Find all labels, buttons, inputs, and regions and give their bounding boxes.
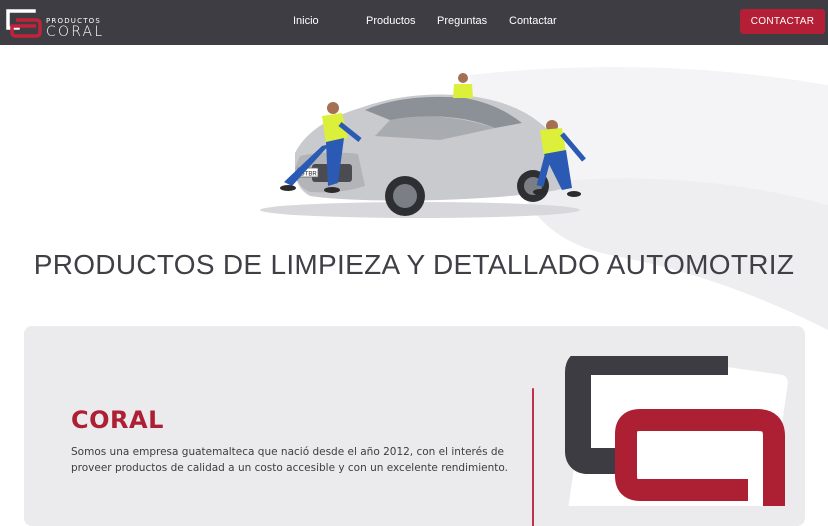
about-description: Somos una empresa guatemalteca que nació… <box>71 446 508 474</box>
nav-link-inicio[interactable]: Inicio <box>293 15 319 27</box>
nav-link-contactar[interactable]: Contactar <box>509 15 557 27</box>
section-divider <box>532 388 534 526</box>
brand-logo[interactable]: PRODUCTOS CORAL <box>4 8 114 40</box>
navbar: PRODUCTOS CORAL Inicio Productos Pregunt… <box>0 0 828 45</box>
brand-mark-icon <box>565 356 788 506</box>
car-cleaning-illustration: GTBR <box>260 73 586 218</box>
contact-button[interactable]: CONTACTAR <box>740 9 825 34</box>
logo-wordmark: CORAL <box>46 24 105 40</box>
nav-link-preguntas[interactable]: Preguntas <box>437 15 487 27</box>
nav-link-productos[interactable]: Productos <box>366 15 416 27</box>
hero-title: PRODUCTOS DE LIMPIEZA Y DETALLADO AUTOMO… <box>33 249 795 280</box>
coral-logo-icon <box>6 9 42 38</box>
about-heading: CORAL <box>71 406 164 434</box>
about-section: CORAL Somos una empresa guatemalteca que… <box>24 326 805 526</box>
